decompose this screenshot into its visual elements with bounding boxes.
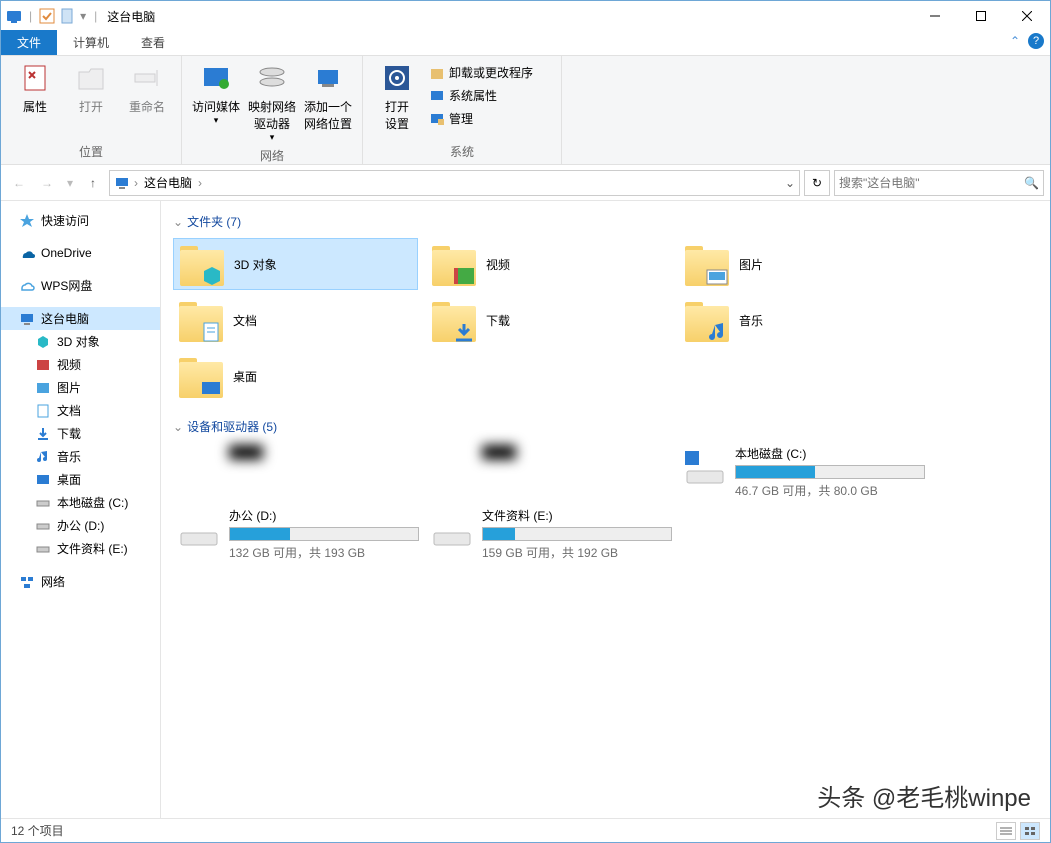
- drive-hidden-1[interactable]: ████: [173, 443, 418, 501]
- close-button[interactable]: [1004, 1, 1050, 31]
- drive-name: 文件资料 (E:): [482, 507, 672, 524]
- ribbon: 属性 打开 重命名 位置 访问媒体▾ 映射网络 驱动器▾ 添加一个 网络位置 网…: [1, 55, 1050, 165]
- chevron-icon[interactable]: ›: [198, 176, 202, 190]
- pc-icon: [114, 175, 130, 191]
- folder-documents[interactable]: 文档: [173, 294, 418, 346]
- drive-usage-bar: [229, 527, 419, 541]
- manage-button[interactable]: 管理: [425, 108, 555, 129]
- folder-music[interactable]: 音乐: [679, 294, 924, 346]
- status-bar: 12 个项目: [1, 818, 1050, 842]
- address-bar[interactable]: › 这台电脑 › ⌄: [109, 170, 800, 196]
- map-drive-button[interactable]: 映射网络 驱动器▾: [244, 60, 300, 145]
- qat-checkbox-icon[interactable]: [38, 7, 56, 25]
- back-button[interactable]: ←: [7, 171, 31, 195]
- system-props-button[interactable]: 系统属性: [425, 85, 555, 106]
- ribbon-collapse-icon[interactable]: ⌃: [1010, 34, 1020, 48]
- chevron-icon[interactable]: ›: [134, 176, 138, 190]
- drive-free-text: 132 GB 可用，共 193 GB: [229, 544, 419, 561]
- ribbon-tabs: 文件 计算机 查看 ⌃ ?: [1, 31, 1050, 55]
- details-view-button[interactable]: [996, 822, 1016, 840]
- recent-dropdown[interactable]: ▾: [63, 171, 77, 195]
- sidebar-desktop[interactable]: 桌面: [1, 468, 160, 491]
- forward-button[interactable]: →: [35, 171, 59, 195]
- folder-downloads[interactable]: 下载: [426, 294, 671, 346]
- separator: |: [94, 9, 97, 23]
- drive-name: 本地磁盘 (C:): [735, 445, 925, 462]
- help-icon[interactable]: ?: [1028, 33, 1044, 49]
- sidebar-drive-d[interactable]: 办公 (D:): [1, 514, 160, 537]
- sidebar-drive-e[interactable]: 文件资料 (E:): [1, 537, 160, 560]
- folder-videos[interactable]: 视频: [426, 238, 671, 290]
- content-area: ⌄文件夹 (7) 3D 对象 视频 图片 文档 下载 音乐 桌面 ⌄设备和驱动器…: [161, 201, 1050, 818]
- tab-view[interactable]: 查看: [125, 30, 181, 55]
- sidebar-pictures[interactable]: 图片: [1, 376, 160, 399]
- ribbon-group-network: 访问媒体▾ 映射网络 驱动器▾ 添加一个 网络位置 网络: [182, 56, 363, 164]
- breadcrumb-root[interactable]: 这台电脑: [142, 174, 194, 191]
- tab-file[interactable]: 文件: [1, 30, 57, 55]
- sidebar-downloads[interactable]: 下载: [1, 422, 160, 445]
- title-bar: | ▾ | 这台电脑: [1, 1, 1050, 31]
- icons-view-button[interactable]: [1020, 822, 1040, 840]
- access-media-button[interactable]: 访问媒体▾: [188, 60, 244, 128]
- sidebar-documents[interactable]: 文档: [1, 399, 160, 422]
- open-button[interactable]: 打开: [63, 60, 119, 117]
- drive-free-text: 159 GB 可用，共 192 GB: [482, 544, 672, 561]
- sidebar-wps[interactable]: WPS网盘: [1, 274, 160, 297]
- sidebar-music[interactable]: 音乐: [1, 445, 160, 468]
- drive-hidden-2[interactable]: ████: [426, 443, 671, 501]
- ribbon-group-label: 系统: [369, 141, 555, 162]
- sidebar-drive-c[interactable]: 本地磁盘 (C:): [1, 491, 160, 514]
- sidebar-videos[interactable]: 视频: [1, 353, 160, 376]
- ribbon-group-system: 打开 设置 卸载或更改程序 系统属性 管理 系统: [363, 56, 562, 164]
- drive-e[interactable]: 文件资料 (E:) 159 GB 可用，共 192 GB: [426, 505, 671, 563]
- separator: |: [29, 9, 32, 23]
- item-count: 12 个项目: [11, 822, 64, 839]
- sidebar-3d-objects[interactable]: 3D 对象: [1, 330, 160, 353]
- drive-c[interactable]: 本地磁盘 (C:) 46.7 GB 可用，共 80.0 GB: [679, 443, 924, 501]
- sidebar: 快速访问 OneDrive WPS网盘 这台电脑 3D 对象 视频 图片 文档 …: [1, 201, 161, 818]
- section-folders-header[interactable]: ⌄文件夹 (7): [165, 209, 1046, 234]
- sidebar-onedrive[interactable]: OneDrive: [1, 242, 160, 264]
- search-box[interactable]: 🔍: [834, 170, 1044, 196]
- chevron-down-icon[interactable]: ⌄: [173, 420, 183, 434]
- maximize-button[interactable]: [958, 1, 1004, 31]
- drive-free-text: 46.7 GB 可用，共 80.0 GB: [735, 482, 925, 499]
- drive-usage-bar: [482, 527, 672, 541]
- properties-button[interactable]: 属性: [7, 60, 63, 117]
- drive-d[interactable]: 办公 (D:) 132 GB 可用，共 193 GB: [173, 505, 418, 563]
- watermark: 头条 @老毛桃winpe: [817, 778, 1031, 813]
- ribbon-group-location: 属性 打开 重命名 位置: [1, 56, 182, 164]
- tab-computer[interactable]: 计算机: [57, 30, 125, 55]
- drive-usage-bar: [735, 465, 925, 479]
- folder-pictures[interactable]: 图片: [679, 238, 924, 290]
- search-input[interactable]: [839, 176, 1024, 190]
- drive-name: 办公 (D:): [229, 507, 419, 524]
- open-settings-button[interactable]: 打开 设置: [369, 60, 425, 134]
- refresh-button[interactable]: ↻: [804, 170, 830, 196]
- chevron-down-icon[interactable]: ⌄: [173, 215, 183, 229]
- sidebar-network[interactable]: 网络: [1, 570, 160, 593]
- window-title: 这台电脑: [107, 8, 155, 25]
- add-network-button[interactable]: 添加一个 网络位置: [300, 60, 356, 134]
- rename-button[interactable]: 重命名: [119, 60, 175, 117]
- qat-doc-icon[interactable]: [58, 7, 76, 25]
- section-drives-header[interactable]: ⌄设备和驱动器 (5): [165, 414, 1046, 439]
- search-icon[interactable]: 🔍: [1024, 176, 1039, 190]
- ribbon-group-label: 位置: [7, 141, 175, 162]
- folder-desktop[interactable]: 桌面: [173, 350, 418, 402]
- qat-dropdown-icon[interactable]: ▾: [78, 7, 88, 25]
- nav-bar: ← → ▾ ↑ › 这台电脑 › ⌄ ↻ 🔍: [1, 165, 1050, 201]
- address-dropdown-icon[interactable]: ⌄: [785, 176, 795, 190]
- up-button[interactable]: ↑: [81, 171, 105, 195]
- app-icon: [5, 7, 23, 25]
- sidebar-this-pc[interactable]: 这台电脑: [1, 307, 160, 330]
- folder-3d-objects[interactable]: 3D 对象: [173, 238, 418, 290]
- ribbon-group-label: 网络: [188, 145, 356, 166]
- sidebar-quick-access[interactable]: 快速访问: [1, 209, 160, 232]
- minimize-button[interactable]: [912, 1, 958, 31]
- uninstall-button[interactable]: 卸载或更改程序: [425, 62, 555, 83]
